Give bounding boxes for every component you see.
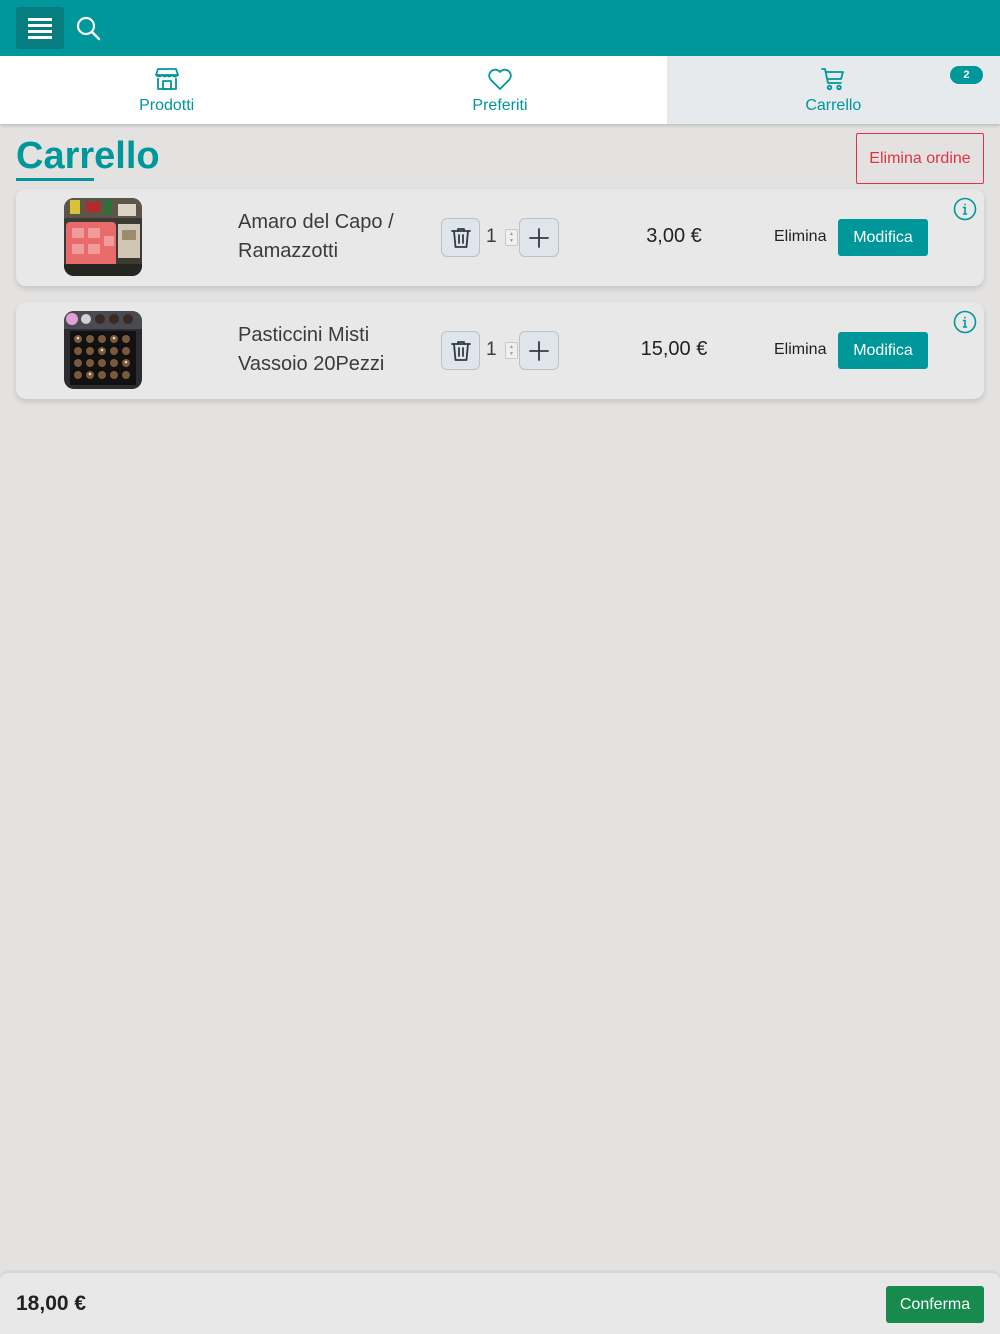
product-image: [64, 311, 142, 389]
product-name: Amaro del Capo / Ramazzotti: [238, 211, 394, 262]
tab-label: Carrello: [805, 97, 862, 114]
tab-label: Preferiti: [472, 97, 528, 114]
trash-icon: [450, 340, 471, 361]
cart-icon: [821, 68, 845, 91]
top-bar: [0, 0, 1000, 56]
tab-carrello[interactable]: Carrello 2: [666, 56, 1000, 124]
page-title: Carrello: [16, 135, 160, 177]
remove-one-button[interactable]: [441, 331, 480, 370]
tab-bar: Prodotti Preferiti Carrello 2: [0, 56, 1000, 124]
search-icon: [76, 16, 101, 41]
spinner-down-icon[interactable]: ▼: [509, 351, 514, 357]
quantity-stepper[interactable]: ▲ ▼: [505, 229, 518, 246]
store-icon: [154, 68, 179, 90]
title-underline: [16, 178, 94, 181]
spinner-up-icon[interactable]: ▲: [509, 231, 514, 237]
checkout-footer: 18,00 € Conferma: [0, 1272, 1000, 1334]
order-total: 18,00 €: [16, 1292, 87, 1315]
hamburger-icon: [28, 18, 52, 39]
remove-item-link[interactable]: Elimina: [774, 341, 826, 359]
delete-order-button[interactable]: Elimina ordine: [856, 133, 984, 184]
spinner-up-icon[interactable]: ▲: [509, 344, 514, 350]
tab-label: Prodotti: [139, 97, 195, 114]
quantity-value[interactable]: 1: [486, 339, 497, 361]
item-price: 15,00 €: [640, 338, 708, 360]
product-name: Pasticcini Misti Vassoio 20Pezzi: [238, 324, 385, 375]
cart-count-badge: 2: [949, 66, 983, 84]
edit-item-button[interactable]: Modifica: [838, 219, 928, 256]
remove-one-button[interactable]: [441, 218, 480, 257]
info-button[interactable]: [953, 310, 977, 334]
menu-button[interactable]: [16, 7, 64, 49]
spinner-down-icon[interactable]: ▼: [509, 238, 514, 244]
info-icon: [953, 310, 977, 334]
quantity-stepper[interactable]: ▲ ▼: [505, 342, 518, 359]
info-button[interactable]: [953, 197, 977, 221]
heart-icon: [488, 68, 512, 90]
item-price: 3,00 €: [646, 225, 702, 247]
plus-icon: [529, 227, 549, 248]
search-button[interactable]: [72, 12, 104, 44]
add-one-button[interactable]: [519, 331, 559, 370]
remove-item-link[interactable]: Elimina: [774, 228, 826, 246]
quantity-value[interactable]: 1: [486, 226, 497, 248]
cart-item: Amaro del Capo / Ramazzotti 1 ▲ ▼ 3,00 €…: [16, 189, 984, 286]
confirm-button[interactable]: Conferma: [886, 1286, 984, 1323]
info-icon: [953, 197, 977, 221]
cart-item: Pasticcini Misti Vassoio 20Pezzi 1 ▲ ▼ 1…: [16, 302, 984, 399]
product-image: [64, 198, 142, 276]
tab-preferiti[interactable]: Preferiti: [333, 56, 666, 124]
add-one-button[interactable]: [519, 218, 559, 257]
trash-icon: [450, 227, 471, 248]
edit-item-button[interactable]: Modifica: [838, 332, 928, 369]
plus-icon: [529, 340, 549, 361]
tab-prodotti[interactable]: Prodotti: [0, 56, 333, 124]
